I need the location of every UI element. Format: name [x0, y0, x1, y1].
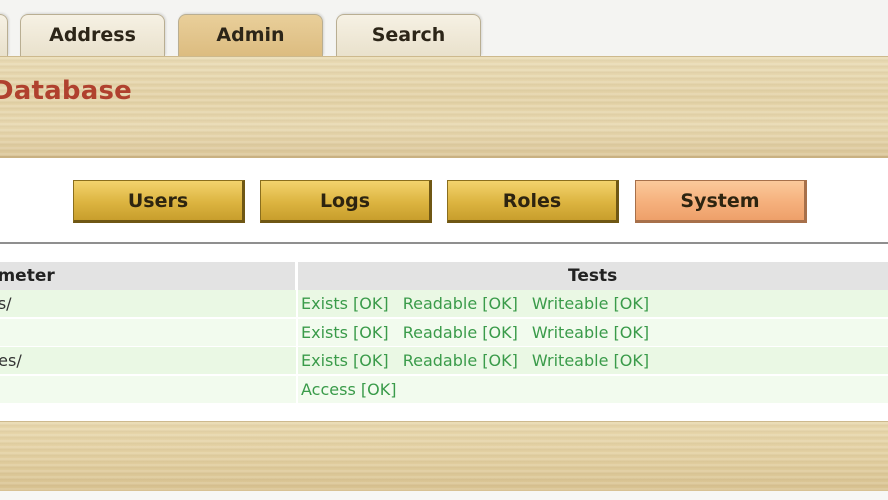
test-result: Writeable [OK] [531, 323, 650, 342]
system-button[interactable]: System [635, 180, 807, 223]
header-parameter: ameter [0, 262, 295, 290]
admin-subnav: Users Logs Roles System [0, 158, 888, 244]
test-result: Readable [OK] [402, 351, 518, 370]
column-divider [296, 290, 298, 404]
table-header: ameter Tests [0, 262, 888, 290]
tab-admin[interactable]: Admin [178, 14, 323, 56]
logs-button[interactable]: Logs [260, 180, 432, 223]
test-result: Readable [OK] [402, 323, 518, 342]
test-result: Access [OK] [301, 380, 397, 399]
test-result: Writeable [OK] [531, 351, 650, 370]
tests-cell: Access [OK] [301, 376, 405, 404]
tab-search[interactable]: Search [336, 14, 481, 56]
test-result: Exists [OK] [301, 323, 389, 342]
table-row: Exists [OK] Readable [OK] Writeable [OK] [0, 319, 888, 347]
main-tabs: Address Admin Search [0, 0, 888, 56]
tests-cell: Exists [OK] Readable [OK] Writeable [OK] [301, 347, 658, 375]
page-banner: Database [0, 56, 888, 158]
param-cell: ges/ [0, 351, 22, 370]
system-tests-table: ameter Tests es/ Exists [OK] Readable [O… [0, 244, 888, 421]
table-row: es/ Exists [OK] Readable [OK] Writeable … [0, 290, 888, 318]
page-title: Database [0, 76, 132, 106]
tab-offscreen-left[interactable] [0, 14, 8, 56]
table-row: ges/ Exists [OK] Readable [OK] Writeable… [0, 347, 888, 375]
tests-cell: Exists [OK] Readable [OK] Writeable [OK] [301, 319, 658, 347]
roles-button[interactable]: Roles [447, 180, 619, 223]
users-button[interactable]: Users [73, 180, 245, 223]
test-result: Exists [OK] [301, 351, 389, 370]
table-row: Access [OK] [0, 376, 888, 404]
tests-cell: Exists [OK] Readable [OK] Writeable [OK] [301, 290, 658, 318]
test-result: Writeable [OK] [531, 294, 650, 313]
test-result: Exists [OK] [301, 294, 389, 313]
bottom-strip [0, 491, 888, 500]
header-tests: Tests [298, 262, 888, 290]
test-result: Readable [OK] [402, 294, 518, 313]
tab-address[interactable]: Address [20, 14, 165, 56]
page-footer [0, 421, 888, 491]
param-cell: es/ [0, 294, 12, 313]
